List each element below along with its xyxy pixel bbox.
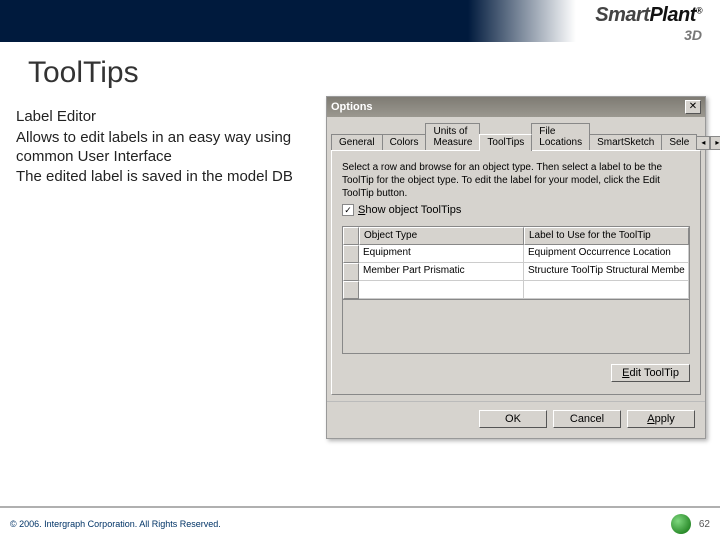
bullet-2: Allows to edit labels in an easy way usi… <box>16 129 296 167</box>
row-header[interactable] <box>343 263 359 281</box>
table-row[interactable]: Equipment Equipment Occurrence Location <box>343 245 689 263</box>
cell-objecttype[interactable]: Member Part Prismatic <box>359 263 524 281</box>
tab-filelocations[interactable]: File Locations <box>531 123 590 150</box>
dialog-title: Options <box>331 101 373 113</box>
footer: © 2006. Intergraph Corporation. All Righ… <box>0 506 720 540</box>
logo-plant: Plant <box>649 4 695 26</box>
ok-button[interactable]: OK <box>479 410 547 428</box>
footer-right: 62 <box>671 514 710 534</box>
tab-units[interactable]: Units of Measure <box>425 123 480 150</box>
tab-sele[interactable]: Sele <box>661 134 697 150</box>
logo-smart: Smart <box>595 4 649 26</box>
grid-header-row: Object Type Label to Use for the ToolTip <box>343 227 689 245</box>
cell-empty[interactable] <box>524 281 689 299</box>
edit-tooltip-button[interactable]: Edit ToolTip <box>611 364 690 382</box>
page-number: 62 <box>699 519 710 530</box>
panel-instruction: Select a row and browse for an object ty… <box>342 161 690 200</box>
logo-3d: 3D <box>595 27 702 43</box>
tab-colors[interactable]: Colors <box>382 134 427 150</box>
tab-general[interactable]: General <box>331 134 383 150</box>
checkbox-icon[interactable]: ✓ <box>342 204 354 216</box>
slide-body: Label Editor Allows to edit labels in an… <box>16 108 296 187</box>
table-row[interactable]: Member Part Prismatic Structure ToolTip … <box>343 263 689 281</box>
grid-header-label[interactable]: Label to Use for the ToolTip <box>524 227 689 245</box>
tab-scroll-right-icon[interactable]: ▸ <box>710 136 720 150</box>
cell-label[interactable]: Structure ToolTip Structural Membe <box>524 263 689 281</box>
bullet-3: The edited label is saved in the model D… <box>16 168 296 187</box>
tab-panel: Select a row and browse for an object ty… <box>331 150 701 395</box>
grid-header-objecttype[interactable]: Object Type <box>359 227 524 245</box>
cell-label[interactable]: Equipment Occurrence Location <box>524 245 689 263</box>
row-header[interactable] <box>343 245 359 263</box>
tab-smartsketch[interactable]: SmartSketch <box>589 134 662 150</box>
slide-title: ToolTips <box>28 56 720 90</box>
table-row-empty[interactable] <box>343 281 689 299</box>
options-dialog: Options ✕ General Colors Units of Measur… <box>326 96 706 439</box>
show-tooltips-checkbox[interactable]: ✓ Show object ToolTips <box>342 204 690 216</box>
tab-tooltips[interactable]: ToolTips <box>479 134 532 151</box>
cell-objecttype[interactable]: Equipment <box>359 245 524 263</box>
logo-reg: ® <box>696 5 702 15</box>
tooltip-grid[interactable]: Object Type Label to Use for the ToolTip… <box>342 226 690 354</box>
cell-empty[interactable] <box>359 281 524 299</box>
checkbox-label: Show object ToolTips <box>358 204 461 216</box>
grid-empty-area <box>343 299 689 353</box>
header-bar: SmartPlant® 3D <box>0 0 720 42</box>
close-icon[interactable]: ✕ <box>685 100 701 114</box>
bullet-1: Label Editor <box>16 108 296 127</box>
brand-logo: SmartPlant® 3D <box>595 4 702 43</box>
tabstrip: General Colors Units of Measure ToolTips… <box>327 117 705 150</box>
grid-corner <box>343 227 359 245</box>
cancel-button[interactable]: Cancel <box>553 410 621 428</box>
tab-scroll-left-icon[interactable]: ◂ <box>696 136 710 150</box>
dialog-button-row: OK Cancel Apply <box>327 401 705 438</box>
apply-button[interactable]: Apply <box>627 410 695 428</box>
copyright: © 2006. Intergraph Corporation. All Righ… <box>10 519 221 529</box>
row-header[interactable] <box>343 281 359 299</box>
globe-icon <box>671 514 691 534</box>
dialog-titlebar[interactable]: Options ✕ <box>327 97 705 117</box>
